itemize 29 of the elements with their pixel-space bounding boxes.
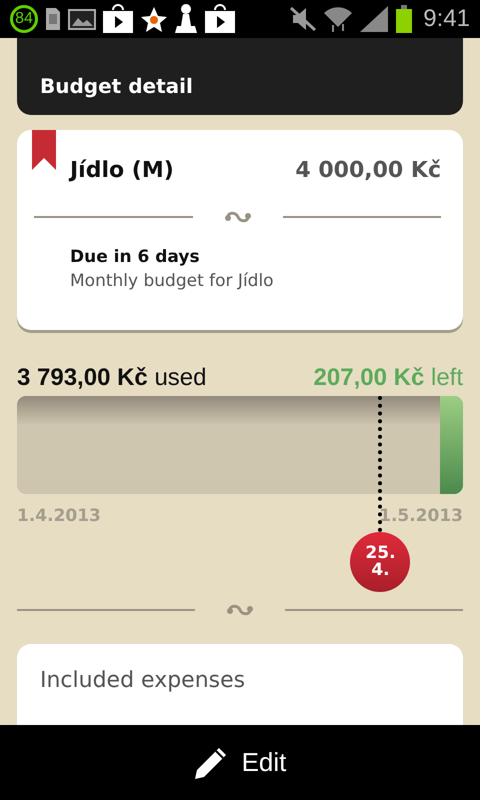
budget-name: Jídlo (M) bbox=[70, 158, 174, 183]
expenses-title: Included expenses bbox=[40, 668, 246, 693]
edit-button[interactable]: Edit bbox=[186, 742, 294, 784]
star-icon bbox=[140, 6, 168, 32]
ornament-icon bbox=[222, 209, 252, 225]
image-icon bbox=[68, 7, 96, 31]
pencil-icon bbox=[194, 746, 228, 780]
end-date: 1.5.2013 bbox=[379, 506, 463, 526]
budget-description: Monthly budget for Jídlo bbox=[70, 271, 275, 291]
expenses-card[interactable]: Included expenses bbox=[17, 644, 463, 725]
clock: 9:41 bbox=[423, 5, 470, 33]
start-date: 1.4.2013 bbox=[17, 506, 101, 526]
battery-icon bbox=[395, 5, 414, 33]
budget-amount: 4 000,00 Kč bbox=[295, 158, 441, 183]
shopping-bag-icon bbox=[102, 4, 134, 34]
used-amount: 3 793,00 Kč used bbox=[17, 364, 206, 392]
left-amount: 207,00 Kč left bbox=[314, 364, 463, 392]
bookmark-icon bbox=[32, 130, 56, 170]
signal-icon bbox=[359, 5, 390, 33]
due-text: Due in 6 days bbox=[70, 247, 201, 267]
screen-title: Budget detail bbox=[40, 74, 193, 98]
sd-card-icon bbox=[44, 7, 62, 31]
shopping-bag-icon bbox=[204, 4, 236, 34]
battery-percent-badge: 84 bbox=[10, 5, 38, 33]
ornament-icon bbox=[225, 602, 255, 618]
wifi-icon bbox=[323, 5, 354, 33]
today-marker: 25. 4. bbox=[350, 532, 410, 592]
pawn-icon bbox=[174, 3, 198, 35]
mute-icon bbox=[289, 6, 318, 32]
